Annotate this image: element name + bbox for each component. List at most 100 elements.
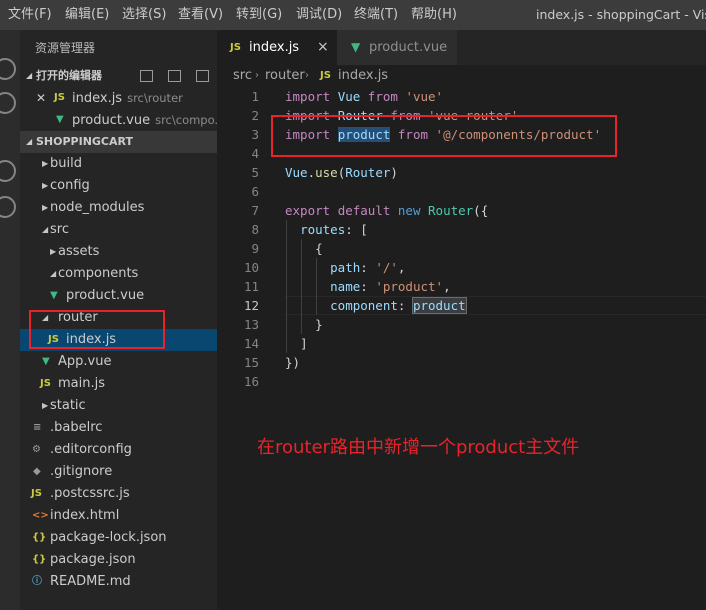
chevron-down-icon: ◢ — [42, 225, 49, 234]
tree-folder-static[interactable]: ▶ static — [20, 395, 217, 417]
tree-file-postcssrc[interactable]: JS .postcssrc.js — [20, 483, 217, 505]
close-icon[interactable]: × — [317, 30, 329, 65]
tree-folder-node-modules[interactable]: ▶ node_modules — [20, 197, 217, 219]
line-number: 12 — [243, 298, 259, 313]
tree-file-main-js[interactable]: JS main.js — [20, 373, 217, 395]
line-number: 5 — [251, 165, 259, 180]
line-number: 11 — [243, 279, 259, 294]
chevron-down-icon: ◢ — [50, 269, 57, 278]
editor-tab-bar: JS index.js × ▼ product.vue — [217, 30, 706, 65]
code-line-7: export default new Router({ — [285, 203, 489, 218]
open-editor-index-js[interactable]: ✕ JS index.js src\router — [20, 87, 217, 109]
line-number: 15 — [243, 355, 259, 370]
open-editors-header[interactable]: ◢ 打开的编辑器 — [20, 65, 217, 87]
new-file-icon[interactable] — [168, 70, 181, 82]
vue-file-icon: ▼ — [42, 356, 50, 367]
highlight-box-import — [271, 115, 617, 157]
menu-selection[interactable]: 选择(S) — [122, 0, 166, 30]
tab-product-vue[interactable]: ▼ product.vue — [337, 30, 457, 65]
code-line-5: Vue.use(Router) — [285, 165, 398, 180]
open-editor-product-vue[interactable]: ▼ product.vue src\compo... — [20, 109, 217, 131]
js-file-icon: JS — [230, 42, 241, 53]
menu-file[interactable]: 文件(F) — [8, 0, 52, 30]
breadcrumb-index-js[interactable]: index.js — [338, 65, 388, 87]
tree-folder-build[interactable]: ▶ build — [20, 153, 217, 175]
vue-file-icon: ▼ — [50, 290, 58, 301]
open-editor-path: src\router — [127, 91, 183, 105]
chevron-right-icon: ▶ — [42, 159, 49, 168]
breadcrumb-src[interactable]: src — [233, 65, 252, 87]
gear-icon: ⚙ — [32, 444, 41, 455]
html-file-icon: <> — [32, 510, 49, 521]
tree-file-editorconfig[interactable]: ⚙ .editorconfig — [20, 439, 217, 461]
menu-help[interactable]: 帮助(H) — [411, 0, 457, 30]
chevron-right-icon: › — [305, 70, 309, 81]
highlight-box-router — [29, 310, 165, 349]
menu-debug[interactable]: 调试(D) — [296, 0, 342, 30]
tree-folder-src[interactable]: ◢ src — [20, 219, 217, 241]
close-all-icon[interactable] — [196, 70, 209, 82]
code-line-12: component: product — [330, 297, 467, 314]
debug-icon[interactable] — [0, 160, 16, 182]
open-editor-path: src\compo... — [155, 113, 217, 127]
tab-index-js[interactable]: JS index.js × — [217, 30, 337, 65]
menu-edit[interactable]: 编辑(E) — [65, 0, 109, 30]
line-number: 4 — [251, 146, 259, 161]
open-editor-name: index.js — [72, 91, 123, 106]
breadcrumb: src › router › JS index.js — [217, 65, 706, 87]
line-number: 3 — [251, 127, 259, 142]
line-number: 9 — [251, 241, 259, 256]
chevron-down-icon: ◢ — [26, 71, 33, 80]
line-number: 8 — [251, 222, 259, 237]
info-icon: ⓘ — [32, 576, 42, 587]
js-file-icon: JS — [31, 488, 42, 499]
line-number: 13 — [243, 317, 259, 332]
js-file-icon: JS — [40, 378, 51, 389]
extensions-icon[interactable] — [0, 196, 16, 218]
search-icon[interactable] — [0, 92, 16, 114]
close-icon[interactable]: ✕ — [36, 87, 46, 109]
tree-file-product-vue[interactable]: ▼ product.vue — [20, 285, 217, 307]
chevron-right-icon: ▶ — [42, 181, 49, 190]
save-all-icon[interactable] — [140, 70, 153, 82]
git-file-icon: ◆ — [33, 466, 41, 477]
breadcrumb-router[interactable]: router — [265, 65, 305, 87]
tree-file-readme[interactable]: ⓘ README.md — [20, 571, 217, 593]
line-number: 6 — [251, 184, 259, 199]
tree-folder-assets[interactable]: ▶ assets — [20, 241, 217, 263]
js-file-icon: JS — [54, 92, 65, 103]
code-line-14: ] — [300, 336, 308, 351]
code-editor[interactable]: 1 2 3 4 5 6 7 8 9 10 11 12 13 14 15 16 i… — [217, 87, 706, 610]
tree-file-babelrc[interactable]: ≡ .babelrc — [20, 417, 217, 439]
code-line-1: import Vue from 'vue' — [285, 89, 444, 104]
menu-view[interactable]: 查看(V) — [178, 0, 223, 30]
code-line-11: name: 'product', — [330, 279, 451, 294]
window-title: index.js - shoppingCart - Visual Studio … — [536, 7, 706, 22]
code-line-8: routes: [ — [300, 222, 368, 237]
tree-file-package-json[interactable]: {} package.json — [20, 549, 217, 571]
menu-terminal[interactable]: 终端(T) — [354, 0, 398, 30]
line-number: 10 — [243, 260, 259, 275]
project-header[interactable]: ◢ SHOPPINGCART — [20, 131, 217, 153]
json-file-icon: {} — [32, 554, 47, 565]
tree-folder-config[interactable]: ▶ config — [20, 175, 217, 197]
config-file-icon: ≡ — [33, 422, 42, 433]
tree-file-package-lock[interactable]: {} package-lock.json — [20, 527, 217, 549]
tree-file-app-vue[interactable]: ▼ App.vue — [20, 351, 217, 373]
tree-file-index-html[interactable]: <> index.html — [20, 505, 217, 527]
chevron-down-icon: ◢ — [26, 137, 33, 146]
annotation-text: 在router路由中新增一个product主文件 — [257, 437, 580, 458]
code-line-10: path: '/', — [330, 260, 406, 275]
js-file-icon: JS — [320, 70, 331, 81]
menu-go[interactable]: 转到(G) — [236, 0, 282, 30]
line-number: 7 — [251, 203, 259, 218]
tree-file-gitignore[interactable]: ◆ .gitignore — [20, 461, 217, 483]
code-line-15: }) — [285, 355, 301, 370]
explorer-icon[interactable] — [0, 58, 16, 80]
open-editor-name: product.vue — [72, 113, 151, 128]
tree-folder-components[interactable]: ◢ components — [20, 263, 217, 285]
chevron-right-icon: › — [255, 70, 259, 81]
line-number: 1 — [251, 89, 259, 104]
line-number: 2 — [251, 108, 259, 123]
activity-bar — [0, 30, 20, 610]
